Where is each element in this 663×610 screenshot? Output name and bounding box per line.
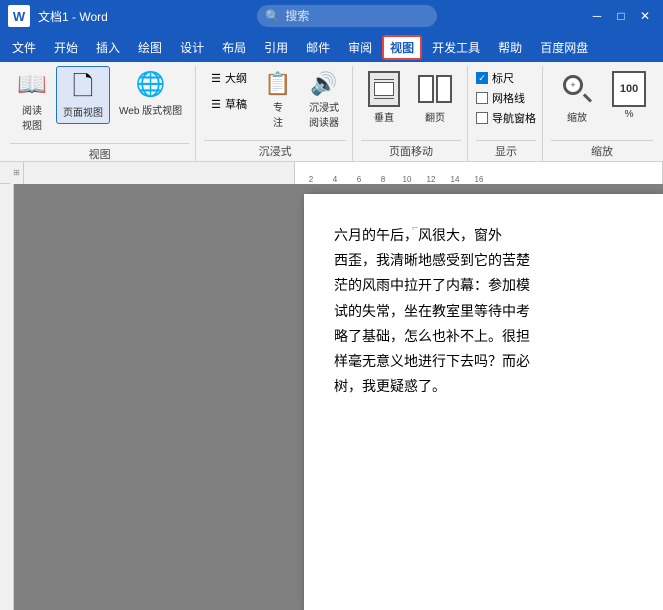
title-bar-left: W 文档1 - Word: [8, 5, 108, 27]
ribbon-group-immersive-label: 沉浸式: [204, 140, 346, 161]
document-line-4: 试的失常，坐在教室里等待中考: [334, 300, 638, 325]
document-line-2: 西歪，我清晰地感受到它的苦楚: [334, 249, 638, 274]
ruler-white: 2 4 6 8 10 12 14 16: [294, 162, 663, 184]
zoom-100-label: %: [625, 109, 634, 120]
immersive-label: 沉浸式阅读器: [309, 99, 339, 129]
focus-label: 专注: [273, 99, 283, 129]
ribbon-group-show: ✓ 标尺 网格线 导航窗格 显示: [470, 66, 543, 161]
menu-mailings[interactable]: 邮件: [298, 35, 338, 60]
ruler-label: 标尺: [492, 70, 514, 86]
zoom-label: 缩放: [567, 109, 587, 124]
gridlines-label: 网格线: [492, 90, 525, 106]
draft-icon: ☰: [211, 98, 221, 111]
document-line-3: 茫的风雨中拉开了内幕：参加模: [334, 274, 638, 299]
ribbon-group-immersive-content: ☰ 大纲 ☰ 草稿 📋 专注 🔊 沉浸式阅读器: [204, 66, 346, 138]
flip-label: 翻页: [425, 109, 445, 124]
cursor-mark: ⌐: [412, 222, 418, 234]
ribbon-group-pagemovement: 垂直 翻页 页面移动: [355, 66, 468, 161]
menu-home[interactable]: 开始: [46, 35, 86, 60]
close-button[interactable]: ✕: [635, 6, 655, 26]
search-container: 🔍: [257, 5, 437, 27]
ruler-check-icon: ✓: [476, 72, 488, 84]
document-line-6: 样毫无意义地进行下去吗？而必: [334, 350, 638, 375]
document-area: ⌐ 六月的午后，风很大，窗外 西歪，我清晰地感受到它的苦楚 茫的风雨中拉开了内幕…: [0, 184, 663, 610]
zoom-100-button[interactable]: 100 %: [605, 66, 653, 125]
menu-bar: 文件 开始 插入 绘图 设计 布局 引用 邮件 审阅 视图 开发工具 帮助 百度…: [0, 32, 663, 62]
ribbon-col-small: ☰ 大纲 ☰ 草稿: [204, 66, 254, 116]
ribbon-group-zoom-label: 缩放: [551, 140, 653, 161]
menu-baidupan[interactable]: 百度网盘: [532, 35, 596, 60]
ruler-left-gray: [24, 162, 294, 184]
ribbon: 📖 阅读视图 🗋 页面视图 🌐 Web 版式视图 视图 ☰ 大纲 ☰: [0, 62, 663, 162]
zoom-button[interactable]: + 缩放: [551, 66, 603, 129]
focus-button[interactable]: 📋 专注: [256, 66, 300, 134]
vertical-ruler: [0, 184, 14, 610]
menu-view[interactable]: 视图: [382, 35, 422, 60]
ruler-bar: ⊞ 2 4 6 8 10 12 14 16: [0, 162, 663, 184]
ruler-marks-row: 2 4 6 8 10 12 14 16: [299, 175, 658, 184]
ribbon-group-immersive: ☰ 大纲 ☰ 草稿 📋 专注 🔊 沉浸式阅读器 沉浸式: [198, 66, 353, 161]
gridlines-check-icon: [476, 92, 488, 104]
search-input[interactable]: [257, 5, 437, 27]
immersive-icon: 🔊: [310, 71, 337, 97]
ribbon-group-show-content: ✓ 标尺 网格线 导航窗格: [476, 66, 536, 138]
document-title: 文档1 - Word: [38, 8, 108, 25]
display-checkboxes: ✓ 标尺 网格线 导航窗格: [476, 66, 536, 130]
web-view-label: Web 版式视图: [119, 102, 182, 117]
page-view-button[interactable]: 🗋 页面视图: [56, 66, 110, 124]
ruler-corner: ⊞: [10, 162, 24, 184]
page-view-label: 页面视图: [63, 104, 103, 119]
page-content[interactable]: 六月的午后，风很大，窗外 西歪，我清晰地感受到它的苦楚 茫的风雨中拉开了内幕：参…: [334, 224, 638, 400]
vertical-label: 垂直: [374, 109, 394, 124]
menu-draw[interactable]: 绘图: [130, 35, 170, 60]
document-line-5: 略了基础，怎么也补不上。很担: [334, 325, 638, 350]
document-line-1: 六月的午后，风很大，窗外: [334, 224, 638, 249]
title-bar-center: 🔍: [108, 5, 587, 27]
title-bar: W 文档1 - Word 🔍 ─ □ ✕: [0, 0, 663, 32]
ribbon-group-view: 📖 阅读视图 🗋 页面视图 🌐 Web 版式视图 视图: [4, 66, 196, 161]
ribbon-group-pagemovement-content: 垂直 翻页: [361, 66, 461, 138]
read-view-icon: 📖: [17, 71, 47, 100]
word-app-icon: W: [8, 5, 30, 27]
ribbon-group-show-label: 显示: [476, 140, 536, 161]
page-area: ⌐ 六月的午后，风很大，窗外 西歪，我清晰地感受到它的苦楚 茫的风雨中拉开了内幕…: [14, 184, 663, 610]
web-view-button[interactable]: 🌐 Web 版式视图: [112, 66, 189, 122]
menu-review[interactable]: 审阅: [340, 35, 380, 60]
menu-layout[interactable]: 布局: [214, 35, 254, 60]
menu-references[interactable]: 引用: [256, 35, 296, 60]
ribbon-group-view-content: 📖 阅读视图 🗋 页面视图 🌐 Web 版式视图: [10, 66, 189, 141]
outline-label: 大纲: [225, 70, 247, 86]
gridlines-checkbox[interactable]: 网格线: [476, 90, 536, 106]
ruler-checkbox[interactable]: ✓ 标尺: [476, 70, 536, 86]
navpane-check-icon: [476, 112, 488, 124]
menu-design[interactable]: 设计: [172, 35, 212, 60]
ruler-corner-icon: ⊞: [13, 168, 20, 177]
navpane-checkbox[interactable]: 导航窗格: [476, 110, 536, 126]
minimize-button[interactable]: ─: [587, 6, 607, 26]
menu-help[interactable]: 帮助: [490, 35, 530, 60]
immersive-reader-button[interactable]: 🔊 沉浸式阅读器: [302, 66, 346, 134]
draft-label: 草稿: [225, 96, 247, 112]
ribbon-group-pagemovement-label: 页面移动: [361, 140, 461, 161]
outline-icon: ☰: [211, 72, 221, 85]
navpane-label: 导航窗格: [492, 110, 536, 126]
maximize-button[interactable]: □: [611, 6, 631, 26]
window-controls: ─ □ ✕: [587, 6, 655, 26]
menu-file[interactable]: 文件: [4, 35, 44, 60]
page-view-icon: 🗋: [73, 71, 94, 102]
read-view-button[interactable]: 📖 阅读视图: [10, 66, 54, 137]
outline-button[interactable]: ☰ 大纲: [204, 66, 254, 90]
document-page: ⌐ 六月的午后，风很大，窗外 西歪，我清晰地感受到它的苦楚 茫的风雨中拉开了内幕…: [304, 194, 663, 610]
menu-insert[interactable]: 插入: [88, 35, 128, 60]
document-line-7: 树，我更疑惑了。: [334, 375, 638, 400]
focus-icon: 📋: [264, 71, 291, 97]
ribbon-group-zoom-content: + 缩放 100 %: [551, 66, 653, 138]
draft-button[interactable]: ☰ 草稿: [204, 92, 254, 116]
web-view-icon: 🌐: [136, 71, 166, 100]
vertical-scroll-button[interactable]: 垂直: [361, 66, 407, 129]
ribbon-group-zoom: + 缩放 100 % 缩放: [545, 66, 659, 161]
read-view-label: 阅读视图: [22, 102, 42, 132]
menu-developer[interactable]: 开发工具: [424, 35, 488, 60]
flip-page-button[interactable]: 翻页: [409, 66, 461, 129]
